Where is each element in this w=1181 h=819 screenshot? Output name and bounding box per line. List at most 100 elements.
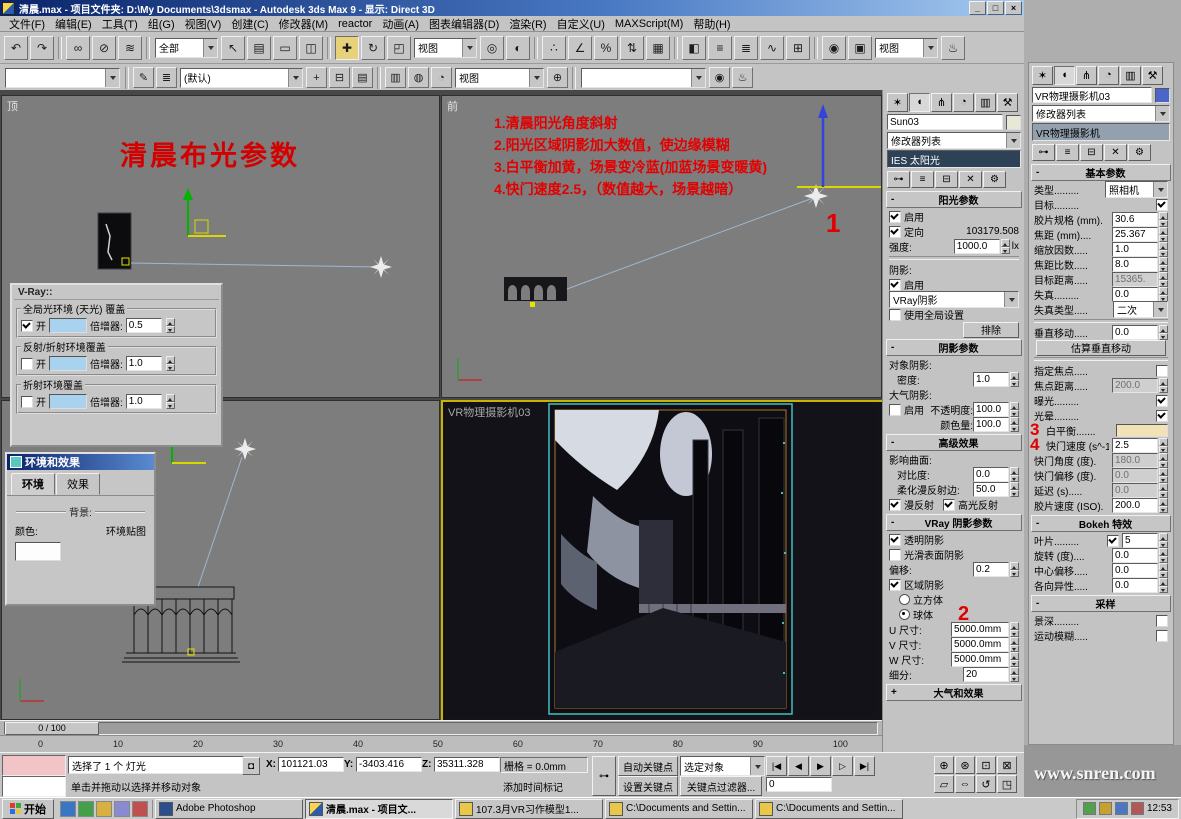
refraction-multiplier-spinner[interactable] [166, 394, 175, 409]
box-radio[interactable] [899, 594, 910, 605]
rollout-advanced-effects[interactable]: -高级效果 [886, 434, 1022, 451]
menu-animation[interactable]: 动画(A) [377, 16, 424, 32]
unlink-selection-icon[interactable]: ⊘ [92, 36, 116, 60]
maxscript-mini-listener[interactable] [2, 776, 66, 797]
object-name-field[interactable]: Sun03 [887, 114, 1003, 130]
density-field[interactable]: 1.0 [973, 372, 1009, 387]
camera-view-icon[interactable]: ◔ [431, 67, 452, 88]
align-icon[interactable]: ≡ [708, 36, 732, 60]
mirror-icon[interactable]: ◧ [682, 36, 706, 60]
spinner-snap-icon[interactable]: ⇅ [620, 36, 644, 60]
shutter-angle-spinner[interactable] [1159, 453, 1168, 468]
sun-enable-checkbox[interactable] [889, 211, 901, 223]
field-of-view-icon[interactable]: ▱ [934, 775, 954, 793]
distortion-field[interactable]: 0.0 [1112, 287, 1158, 302]
modify-tab-icon[interactable]: ◖ [1054, 66, 1075, 85]
sphere-radio[interactable] [899, 609, 910, 620]
pan-icon[interactable]: ⇔ [955, 775, 975, 793]
background-color-swatch[interactable] [15, 542, 61, 561]
contrast-field[interactable]: 0.0 [973, 467, 1009, 482]
blades-spinner[interactable] [1159, 533, 1168, 548]
reflection-multiplier-spinner[interactable] [166, 356, 175, 371]
white-balance-swatch[interactable] [1116, 424, 1168, 437]
sun-targeted-checkbox[interactable] [889, 226, 901, 238]
x-coordinate-field[interactable]: 101121.03 [278, 757, 344, 772]
exclude-button[interactable]: 排除 [963, 322, 1019, 338]
zoom-extents-icon[interactable]: ⊡ [976, 756, 996, 774]
chevron-down-icon[interactable] [288, 69, 302, 87]
chevron-down-icon[interactable] [203, 39, 217, 57]
v-size-spinner[interactable] [1010, 637, 1019, 652]
arc-rotate-icon[interactable]: ↺ [976, 775, 996, 793]
anisotropy-field[interactable]: 0.0 [1112, 578, 1158, 593]
camera-color-swatch[interactable] [1155, 88, 1170, 103]
render-scene-dialog-icon[interactable]: ▣ [848, 36, 872, 60]
zoom-mode-icon[interactable]: ⊕ [547, 67, 568, 88]
transparent-shadows-checkbox[interactable] [889, 534, 901, 546]
reflection-color-swatch[interactable] [49, 356, 87, 371]
film-gate-spinner[interactable] [1159, 212, 1168, 227]
zoom-factor-spinner[interactable] [1159, 242, 1168, 257]
menu-group[interactable]: 组(G) [143, 16, 180, 32]
film-speed-field[interactable]: 200.0 [1112, 498, 1158, 513]
close-button[interactable]: × [1005, 1, 1022, 15]
tab-effects[interactable]: 效果 [56, 473, 100, 495]
intensity-spinner[interactable] [1001, 239, 1010, 254]
gi-override-checkbox[interactable] [21, 320, 33, 332]
diffuse-checkbox[interactable] [889, 499, 901, 511]
set-key-button[interactable]: 设置关键点 [618, 776, 678, 796]
y-coordinate-field[interactable]: -3403.416 [356, 757, 422, 772]
chevron-down-icon[interactable] [750, 757, 764, 775]
render-type-dropdown[interactable]: 视图 [875, 38, 938, 58]
make-unique-icon[interactable]: ⊟ [935, 171, 958, 188]
menu-modifiers[interactable]: 修改器(M) [274, 16, 334, 32]
show-end-result-icon[interactable]: ≡ [1056, 144, 1079, 161]
depth-of-field-checkbox[interactable] [1156, 615, 1168, 627]
area-shadow-checkbox[interactable] [889, 579, 901, 591]
targeted-checkbox[interactable] [1156, 199, 1168, 211]
create-tab-icon[interactable]: ✶ [1032, 66, 1053, 85]
intensity-field[interactable]: 1000.0 [954, 239, 1000, 254]
quick-launch-icon-3[interactable] [96, 801, 112, 817]
environment-effects-dialog[interactable]: 环境和效果 环境 效果 背景: 颜色: 环境贴图 [5, 452, 156, 606]
guess-vertical-shift-button[interactable]: 估算垂直移动 [1036, 340, 1166, 356]
pin-stack-icon[interactable]: ⊶ [887, 171, 910, 188]
rotation-spinner[interactable] [1159, 548, 1168, 563]
window-crossing-icon[interactable]: ◫ [299, 36, 323, 60]
named-selection-set-dropdown[interactable] [5, 68, 120, 88]
modifier-stack[interactable]: VR物理摄影机 [1032, 123, 1170, 141]
title-bar[interactable]: 清晨.max - 项目文件夹: D:\My Documents\3dsmax -… [0, 0, 1024, 16]
configure-modifier-sets-icon[interactable]: ⚙ [983, 171, 1006, 188]
select-and-rotate-icon[interactable]: ↻ [361, 36, 385, 60]
rollout-basic-parameters[interactable]: -基本参数 [1031, 164, 1171, 181]
shadow-type-dropdown[interactable]: VRay阴影 [889, 291, 1019, 308]
select-and-scale-icon[interactable]: ◰ [387, 36, 411, 60]
viewport-label-camera[interactable]: VR物理摄影机03 [448, 404, 531, 420]
display-tab-icon[interactable]: ▥ [975, 93, 996, 112]
viewport-camera[interactable]: VR物理摄影机03 [441, 400, 884, 722]
focal-length-spinner[interactable] [1159, 227, 1168, 242]
bind-to-spacewarp-icon[interactable]: ≋ [118, 36, 142, 60]
remove-modifier-icon[interactable]: ✕ [959, 171, 982, 188]
chevron-down-icon[interactable] [1153, 302, 1167, 317]
world-icon[interactable]: ◍ [408, 67, 429, 88]
rotation-field[interactable]: 0.0 [1112, 548, 1158, 563]
percent-snap-icon[interactable]: % [594, 36, 618, 60]
time-slider-button[interactable]: 0 / 100 [5, 722, 99, 735]
time-slider-groove[interactable]: 0 / 100 [4, 722, 878, 735]
hierarchy-tab-icon[interactable]: ⋔ [931, 93, 952, 112]
select-and-manipulate-icon[interactable]: ◐ [506, 36, 530, 60]
w-size-spinner[interactable] [1010, 652, 1019, 667]
refraction-color-swatch[interactable] [49, 394, 87, 409]
smooth-surface-shadows-checkbox[interactable] [889, 549, 901, 561]
vertical-shift-spinner[interactable] [1159, 325, 1168, 340]
quick-render-icon[interactable]: ♨ [941, 36, 965, 60]
atmosphere-enable-checkbox[interactable] [889, 404, 901, 416]
angle-snap-icon[interactable]: ∠ [568, 36, 592, 60]
start-button[interactable]: 开始 [2, 799, 54, 819]
rollout-sampling[interactable]: -采样 [1031, 595, 1171, 612]
render-preset-dropdown[interactable] [581, 68, 706, 88]
vray-dialog-header[interactable]: V-Ray:: [14, 286, 219, 300]
redo-icon[interactable]: ↷ [30, 36, 54, 60]
play-icon[interactable]: ▶ [810, 756, 831, 776]
